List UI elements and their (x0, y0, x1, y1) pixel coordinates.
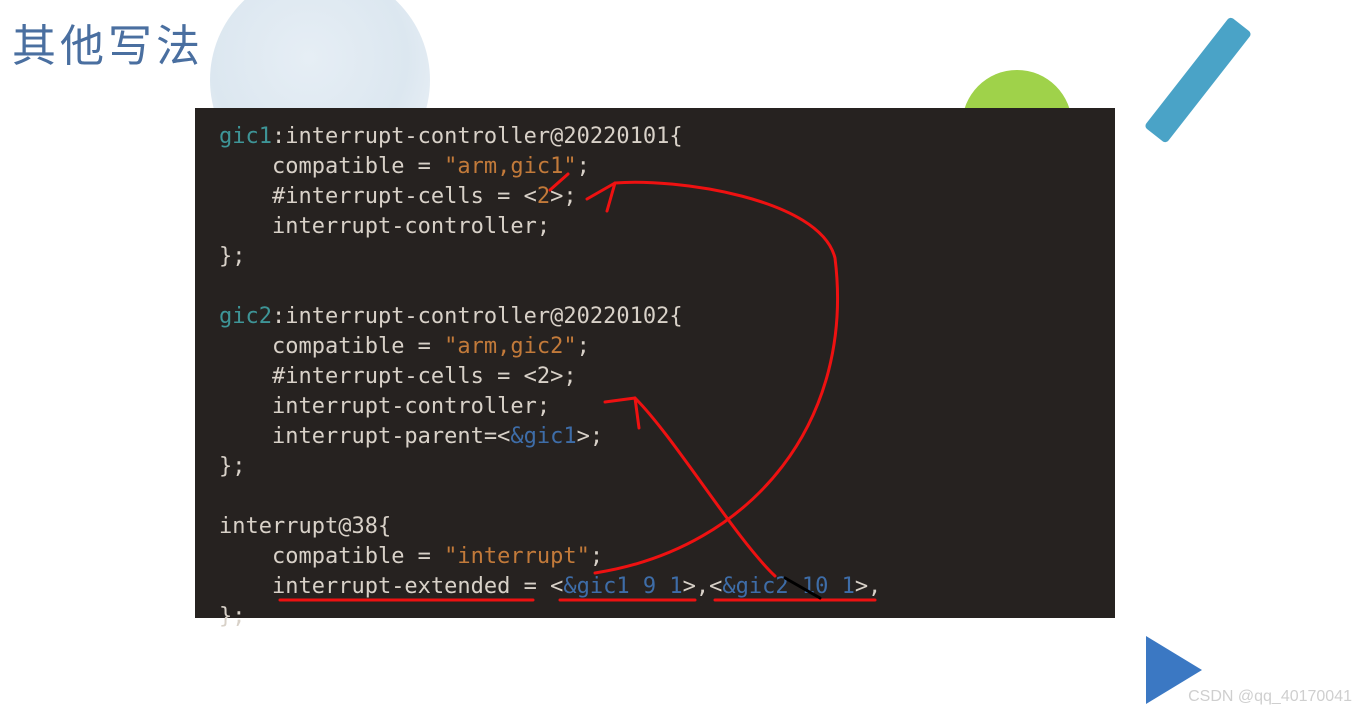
gic1-cells-key: #interrupt-cells = < (272, 184, 537, 209)
gic1-close: }; (219, 244, 246, 269)
decorative-blue-bar (1144, 16, 1252, 144)
page-title: 其他写法 (12, 10, 204, 74)
gic1-compatible-val: "arm,gic1" (444, 154, 576, 179)
gic2-parent-key: interrupt-parent=< (272, 424, 510, 449)
int-extended-v1: &gic1 9 1 (563, 574, 682, 599)
gic2-parent-val: &gic1 (510, 424, 576, 449)
gic2-close: }; (219, 454, 246, 479)
code-block: gic1:interrupt-controller@20220101{ comp… (195, 108, 1115, 618)
int-extended-key: interrupt-extended = < (272, 574, 563, 599)
gic1-cells-val: 2 (537, 184, 550, 209)
int-close: }; (219, 604, 246, 629)
label-gic2: gic2 (219, 304, 272, 329)
gic1-compatible-end: ; (577, 154, 590, 179)
gic2-compatible-end: ; (577, 334, 590, 359)
csdn-watermark: CSDN @qq_40170041 (1188, 688, 1352, 706)
label-gic1: gic1 (219, 124, 272, 149)
node-gic2: :interrupt-controller@20220102{ (272, 304, 683, 329)
gic2-cells: #interrupt-cells = <2>; (272, 364, 577, 389)
int-extended-mid: >,< (683, 574, 723, 599)
gic1-cells-end: >; (550, 184, 577, 209)
node-interrupt: interrupt@38{ (219, 514, 391, 539)
gic2-compatible-val: "arm,gic2" (444, 334, 576, 359)
gic1-controller: interrupt-controller; (272, 214, 550, 239)
int-compatible-val: "interrupt" (444, 544, 590, 569)
gic2-parent-end: >; (577, 424, 604, 449)
int-extended-end: >, (855, 574, 882, 599)
int-compatible-end: ; (590, 544, 603, 569)
code-content: gic1:interrupt-controller@20220101{ comp… (219, 122, 1091, 632)
gic2-compatible-key: compatible = (272, 334, 444, 359)
int-compatible-key: compatible = (272, 544, 444, 569)
int-extended-v2: &gic2 10 1 (722, 574, 854, 599)
gic2-controller: interrupt-controller; (272, 394, 550, 419)
gic1-compatible-key: compatible = (272, 154, 444, 179)
node-gic1: :interrupt-controller@20220101{ (272, 124, 683, 149)
